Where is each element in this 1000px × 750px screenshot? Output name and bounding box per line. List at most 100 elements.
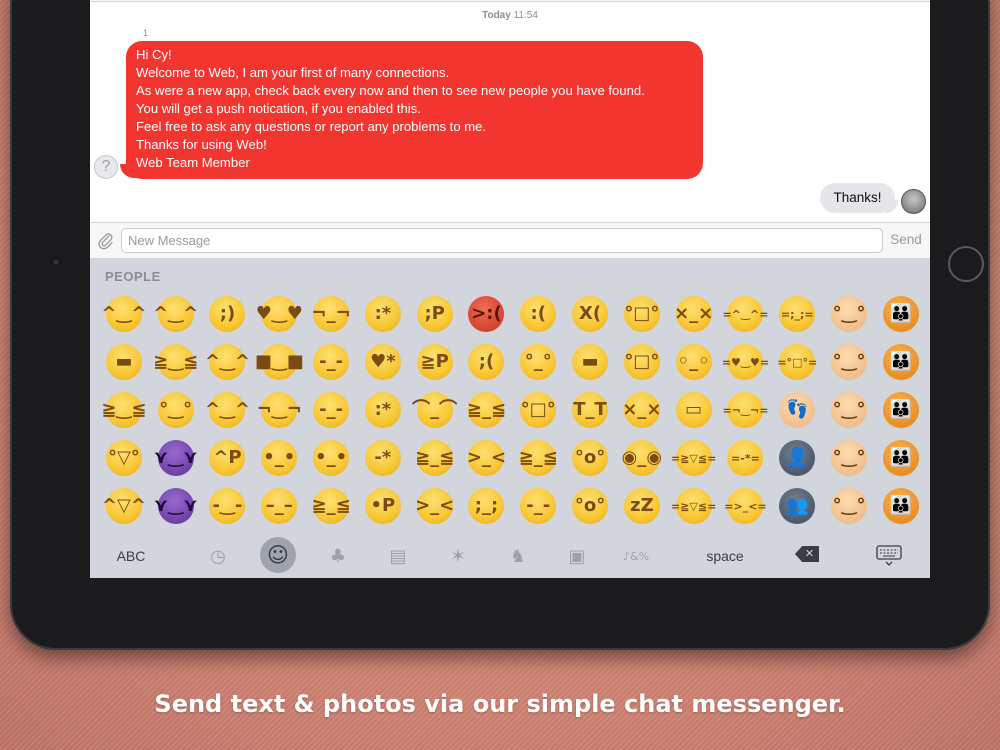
delete-backspace-icon[interactable]: ✕ xyxy=(795,546,819,562)
frowning-face-emoji-key[interactable]: :( xyxy=(512,290,564,338)
user-avatar[interactable] xyxy=(901,189,926,214)
girl-emoji-key[interactable]: °‿° xyxy=(823,386,875,434)
squinting-grin-face-emoji-key[interactable]: ≧‿≦ xyxy=(150,338,202,386)
home-button[interactable] xyxy=(948,246,984,282)
flushed-face-emoji-key[interactable]: ◉_◉ xyxy=(616,434,668,482)
unamused-face-emoji-key[interactable]: ¬_¬ xyxy=(305,290,357,338)
woman-emoji-key[interactable]: °‿° xyxy=(823,482,875,530)
grinning-face-emoji-key[interactable]: ^‿^ xyxy=(98,290,150,338)
kissing-face-emoji-key[interactable]: :* xyxy=(357,290,409,338)
astonished-face-emoji-key[interactable]: ×_× xyxy=(616,386,668,434)
grimacing-face-2-emoji-key[interactable]: ▬ xyxy=(564,338,616,386)
open-mouth-face-emoji-key[interactable]: °o° xyxy=(564,434,616,482)
hushed-face-emoji-key[interactable]: °o° xyxy=(564,482,616,530)
pouting-cat-emoji-key[interactable]: =>_<= xyxy=(720,482,772,530)
sleepy-face-emoji-key[interactable]: -_- xyxy=(512,482,564,530)
confused-face-emoji-key[interactable]: •_• xyxy=(305,434,357,482)
celebration-icon[interactable]: ✶ xyxy=(444,542,472,570)
winking-tongue-face-emoji-key[interactable]: ;P xyxy=(409,290,461,338)
blushing-face-emoji-key[interactable]: ^‿^ xyxy=(202,386,254,434)
family-emoji-key[interactable]: 👪 xyxy=(875,290,927,338)
kissing-cat-emoji-key[interactable]: =-*= xyxy=(720,434,772,482)
relieved-face-emoji-key[interactable]: -_- xyxy=(305,386,357,434)
busts-silhouette-emoji-key[interactable]: 👥 xyxy=(771,482,823,530)
outgoing-message-bubble[interactable]: Thanks! xyxy=(820,183,895,213)
sleeping-face-emoji-key[interactable]: zZ xyxy=(616,482,668,530)
angry-face-emoji-key[interactable]: >_< xyxy=(409,482,461,530)
heart-eyes-cat-emoji-key[interactable]: =♥‿♥= xyxy=(720,338,772,386)
tired-face-emoji-key[interactable]: X( xyxy=(564,290,616,338)
travel-car-icon[interactable]: ▣ xyxy=(563,542,591,570)
objects-bell-icon[interactable]: ▤ xyxy=(384,542,412,570)
family-2-emoji-key[interactable]: 👪 xyxy=(875,338,927,386)
mask-face-emoji-key[interactable]: ▭ xyxy=(668,386,720,434)
heart-eyes-face-emoji-key[interactable]: ♥‿♥ xyxy=(253,290,305,338)
nature-tree-icon[interactable]: ♣ xyxy=(324,542,352,570)
blank-face-emoji-key[interactable]: ◦_◦ xyxy=(668,338,720,386)
dismiss-keyboard-icon[interactable] xyxy=(876,545,902,567)
joy-cat-emoji-key[interactable]: =≧▽≦= xyxy=(668,434,720,482)
confounded-face-2-emoji-key[interactable]: ≧_≦ xyxy=(305,482,357,530)
pouting-face-emoji-key[interactable]: >:( xyxy=(461,290,513,338)
family-3-emoji-key[interactable]: 👪 xyxy=(875,386,927,434)
baby-emoji-key[interactable]: °‿° xyxy=(823,290,875,338)
neutral-face-emoji-key[interactable]: •_• xyxy=(253,434,305,482)
kissing-heart-face-emoji-key[interactable]: ♥* xyxy=(357,338,409,386)
pensive-smile-face-emoji-key[interactable]: -‿- xyxy=(202,482,254,530)
kissing-smiling-eyes-face-emoji-key[interactable]: :* xyxy=(357,386,409,434)
grinning-smiling-eyes-face-emoji-key[interactable]: ^▽^ xyxy=(98,482,150,530)
people-smiley-icon[interactable]: ☺ xyxy=(260,537,296,573)
space-key[interactable]: space xyxy=(695,538,755,574)
grimacing-face-emoji-key[interactable]: ▬ xyxy=(98,338,150,386)
confounded-face-emoji-key[interactable]: ≧_≦ xyxy=(461,386,513,434)
fearful-sweat-face-emoji-key[interactable]: °□° xyxy=(616,290,668,338)
abc-key[interactable]: ABC xyxy=(108,538,154,574)
man-emoji-key[interactable]: °‿° xyxy=(823,434,875,482)
smiling-face-emoji-key[interactable]: ^‿^ xyxy=(202,338,254,386)
angry-imp-face-emoji-key[interactable]: ⋎‿⋎ xyxy=(150,482,202,530)
big-grin-face-emoji-key[interactable]: °▽° xyxy=(98,434,150,482)
halo-face-emoji-key[interactable]: °‿° xyxy=(150,386,202,434)
downcast-sweat-face-emoji-key[interactable]: -_- xyxy=(305,338,357,386)
cold-sweat-face-emoji-key[interactable]: °□° xyxy=(512,386,564,434)
boy-emoji-key[interactable]: °‿° xyxy=(823,338,875,386)
crying-cat-emoji-key[interactable]: =;_;= xyxy=(771,290,823,338)
squinting-tongue-face-emoji-key[interactable]: ≧P xyxy=(409,338,461,386)
stuck-out-tongue-face-emoji-key[interactable]: •P xyxy=(357,482,409,530)
family-5-emoji-key[interactable]: 👪 xyxy=(875,482,927,530)
tears-of-joy-face-emoji-key[interactable]: ≧‿≦ xyxy=(98,386,150,434)
symbols-icon[interactable]: ♪&% xyxy=(622,542,650,570)
attachment-paperclip-icon[interactable] xyxy=(97,232,115,250)
worried-face-emoji-key[interactable]: °_° xyxy=(512,338,564,386)
bust-silhouette-emoji-key[interactable]: 👤 xyxy=(771,434,823,482)
recent-clock-icon[interactable]: ◷ xyxy=(204,542,232,570)
weary-face-emoji-key[interactable]: ≧_≦ xyxy=(512,434,564,482)
disappointed-face-emoji-key[interactable]: ⌒_⌒ xyxy=(409,386,461,434)
savoring-face-emoji-key[interactable]: ^P xyxy=(202,434,254,482)
sunglasses-face-emoji-key[interactable]: ■‿■ xyxy=(253,338,305,386)
expressionless-face-emoji-key[interactable]: –_– xyxy=(253,482,305,530)
message-input[interactable] xyxy=(121,228,883,253)
footprints-emoji-key[interactable]: 👣 xyxy=(771,386,823,434)
imp-face-emoji-key[interactable]: ⋎‿⋎ xyxy=(150,434,202,482)
incoming-message-bubble[interactable]: Hi Cy! Welcome to Web, I am your first o… xyxy=(126,41,703,179)
activity-runner-icon[interactable]: ♞ xyxy=(504,542,532,570)
send-button[interactable]: Send xyxy=(886,232,926,247)
grinning-sweat-face-emoji-key[interactable]: ^‿^ xyxy=(150,290,202,338)
screaming-face-emoji-key[interactable]: °□° xyxy=(616,338,668,386)
sender-avatar[interactable]: ? xyxy=(94,155,118,179)
dizzy-face-emoji-key[interactable]: ×_× xyxy=(668,290,720,338)
smirking-cat-emoji-key[interactable]: =¬‿¬= xyxy=(720,386,772,434)
kissing-closed-eyes-face-emoji-key[interactable]: -* xyxy=(357,434,409,482)
weary-cat-emoji-key[interactable]: =°□°= xyxy=(771,338,823,386)
persevering-face-emoji-key[interactable]: ≧_≦ xyxy=(409,434,461,482)
crying-face-emoji-key[interactable]: ;( xyxy=(461,338,513,386)
disappointed-relieved-face-emoji-key[interactable]: ;_; xyxy=(461,482,513,530)
smiling-cat-emoji-key[interactable]: =^‿^= xyxy=(720,290,772,338)
family-4-emoji-key[interactable]: 👪 xyxy=(875,434,927,482)
smirking-face-emoji-key[interactable]: ¬‿¬ xyxy=(253,386,305,434)
steam-face-emoji-key[interactable]: >_< xyxy=(461,434,513,482)
winking-face-emoji-key[interactable]: ;) xyxy=(202,290,254,338)
laughing-cat-emoji-key[interactable]: =≧▽≦= xyxy=(668,482,720,530)
loudly-crying-face-emoji-key[interactable]: T_T xyxy=(564,386,616,434)
